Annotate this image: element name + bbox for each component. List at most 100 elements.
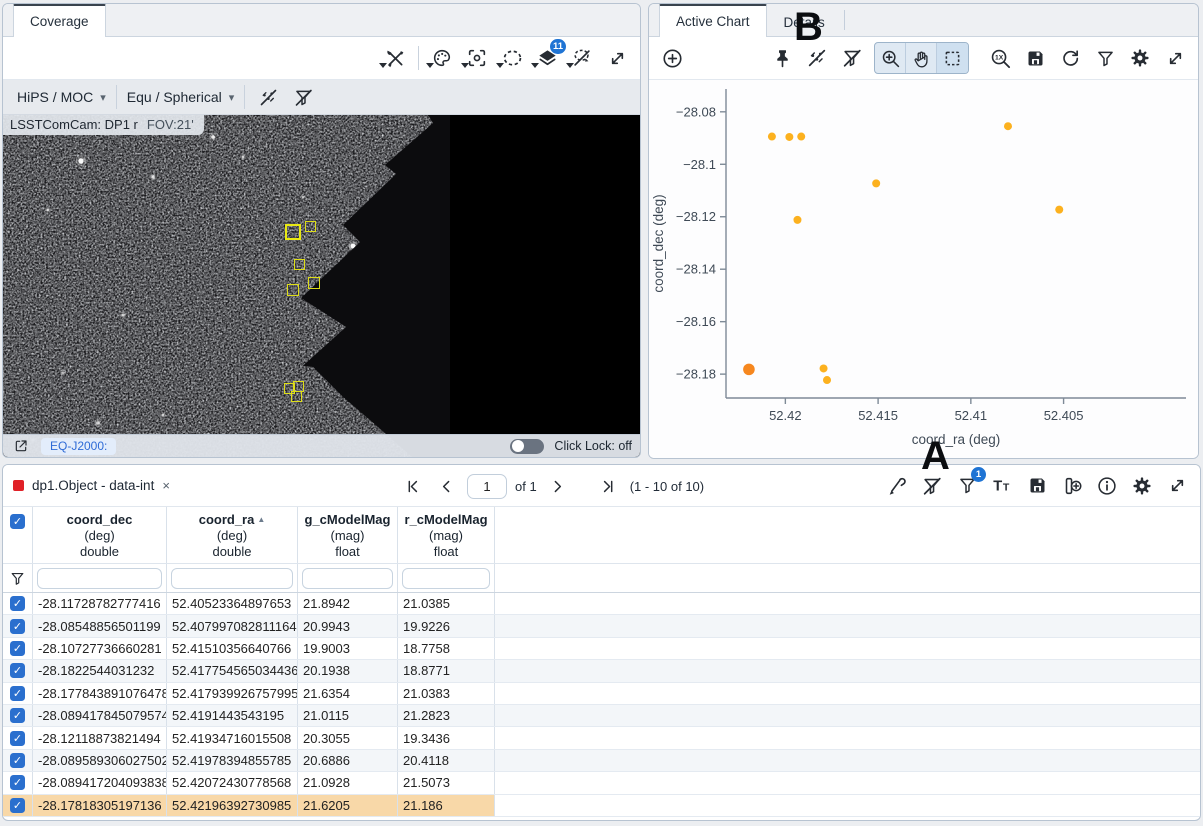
projection-dropdown[interactable]: Equ / Spherical ▾ [127, 89, 234, 105]
gear-icon[interactable] [1127, 43, 1153, 73]
add-column-icon[interactable] [1059, 471, 1085, 501]
row-checkbox[interactable]: ✓ [10, 797, 25, 813]
info-icon[interactable] [1094, 471, 1120, 501]
table-row[interactable]: ✓ -28.089417845079574 52.4191443543195 21.0… [3, 704, 1200, 728]
source-marker[interactable] [291, 391, 302, 402]
data-point[interactable] [1003, 122, 1012, 131]
filter-off-icon[interactable] [839, 43, 865, 73]
data-point[interactable] [819, 364, 828, 373]
row-checkbox[interactable]: ✓ [10, 752, 25, 768]
data-point[interactable] [743, 363, 755, 376]
star [46, 208, 50, 212]
tools-icon[interactable] [379, 43, 408, 73]
row-checkbox[interactable]: ✓ [10, 775, 25, 791]
column-header-r_cModelMag[interactable]: r_cModelMag (mag) float [398, 507, 495, 563]
table-row[interactable]: ✓ -28.11728782777416 52.40523364897653 21.8… [3, 593, 1200, 616]
save-icon[interactable] [1022, 43, 1048, 73]
source-marker[interactable] [294, 259, 305, 270]
last-page-icon[interactable] [596, 471, 622, 501]
layers-icon[interactable]: 11 [531, 39, 566, 73]
data-point[interactable] [785, 132, 794, 141]
table-row[interactable]: ✓ -28.08548856501199 52.407997082811164 20.… [3, 615, 1200, 638]
filter-icon[interactable] [1092, 43, 1118, 73]
row-checkbox[interactable]: ✓ [10, 618, 25, 634]
table-cell: -28.10727736660281 [33, 637, 167, 660]
first-page-icon[interactable] [399, 471, 425, 501]
row-checkbox[interactable]: ✓ [10, 730, 25, 746]
star [211, 135, 215, 139]
data-point[interactable] [767, 132, 776, 141]
page-number-input[interactable] [467, 473, 507, 499]
add-chart-icon[interactable] [659, 43, 685, 73]
gear-icon[interactable] [1129, 471, 1155, 501]
points-off-icon[interactable] [255, 82, 281, 112]
source-marker[interactable] [285, 224, 301, 240]
coverage-tabstrip: Coverage [3, 4, 640, 37]
table-row[interactable]: ✓ -28.177843891076478 52.417939926757995 21… [3, 682, 1200, 705]
table-row[interactable]: ✓ -28.089417204093838 52.42072430778568 21.… [3, 772, 1200, 795]
expand-icon[interactable] [604, 43, 630, 73]
source-marker[interactable] [305, 221, 316, 232]
source-marker[interactable] [308, 277, 320, 289]
filter-icon[interactable]: 1 [954, 466, 986, 501]
zoom-in-icon[interactable] [875, 43, 906, 73]
table-cell: 20.3055 [298, 727, 398, 749]
hips-moc-dropdown[interactable]: HiPS / MOC ▾ [17, 89, 106, 105]
save-icon[interactable] [1024, 471, 1050, 501]
selection-options-icon[interactable] [884, 471, 910, 501]
box-select-icon[interactable] [937, 43, 968, 73]
refresh-icon[interactable] [1057, 43, 1083, 73]
table-row[interactable]: ✓ -28.10727736660281 52.41510356640766 19.9… [3, 637, 1200, 661]
column-filter-input-coord_dec[interactable] [37, 567, 162, 589]
external-link-icon[interactable] [11, 436, 31, 456]
column-filter-input-coord_ra[interactable] [171, 567, 293, 589]
zoom-1x-icon[interactable] [987, 43, 1013, 73]
table-cell: 21.8942 [298, 593, 398, 615]
row-select-cell: ✓ [3, 593, 33, 615]
close-icon[interactable]: × [162, 478, 170, 493]
row-checkbox[interactable]: ✓ [10, 663, 25, 679]
column-filter-input-g_cModelMag[interactable] [302, 567, 393, 589]
next-page-icon[interactable] [545, 471, 571, 501]
data-point[interactable] [793, 215, 802, 224]
data-point[interactable] [1055, 205, 1064, 214]
sort-asc-icon: ▲ [257, 515, 266, 524]
table-cell: -28.177843891076478 [33, 682, 167, 704]
sky-viewer[interactable]: LSSTComCam: DP1 r FOV:21' EQ-J2000: Clic… [3, 115, 640, 457]
column-header-g_cModelMag[interactable]: g_cModelMag (mag) float [298, 507, 398, 563]
expand-icon[interactable] [1162, 43, 1188, 73]
source-marker[interactable] [287, 284, 299, 296]
chart-toolbar [649, 37, 1198, 80]
prev-page-icon[interactable] [433, 471, 459, 501]
recenter-icon[interactable] [461, 43, 490, 73]
palette-icon[interactable] [426, 43, 455, 73]
pan-hand-icon[interactable] [906, 43, 937, 73]
data-point[interactable] [797, 132, 806, 141]
table-row[interactable]: ✓ -28.089589306027502 52.41978394855785 20.… [3, 749, 1200, 773]
tab-coverage[interactable]: Coverage [13, 4, 106, 37]
lasso-select-icon[interactable] [496, 43, 525, 73]
row-checkbox[interactable]: ✓ [10, 640, 25, 656]
data-point[interactable] [823, 376, 832, 385]
column-header-coord_ra[interactable]: coord_ra ▲ (deg) double [167, 507, 298, 563]
table-row[interactable]: ✓ -28.17818305197136 52.42196392730985 21.6… [3, 794, 1200, 817]
tab-active-chart[interactable]: Active Chart [659, 4, 767, 37]
table-row[interactable]: ✓ -28.12118873821494 52.41934716015508 20.3… [3, 727, 1200, 750]
pin-icon[interactable] [769, 43, 795, 73]
expand-icon[interactable] [1164, 471, 1190, 501]
click-lock-toggle[interactable] [510, 438, 545, 454]
filter-off-icon[interactable] [290, 82, 316, 112]
row-select-cell: ✓ [3, 794, 33, 816]
select-all-checkbox[interactable]: ✓ [10, 514, 25, 529]
column-filter-input-r_cModelMag[interactable] [402, 567, 490, 589]
scatter-chart[interactable]: 52.42 52.415 52.41 52.405 −28.08 −28.1 −28.12 −… [649, 80, 1198, 458]
table-row[interactable]: ✓ -28.1822544031232 52.417754565034436 20.1… [3, 660, 1200, 683]
column-header-coord_dec[interactable]: coord_dec (deg) double [33, 507, 167, 563]
text-view-icon[interactable] [989, 471, 1015, 501]
row-checkbox[interactable]: ✓ [10, 685, 25, 701]
row-checkbox[interactable]: ✓ [10, 708, 25, 724]
data-point[interactable] [872, 179, 881, 188]
unselect-icon[interactable] [566, 43, 595, 73]
row-checkbox[interactable]: ✓ [10, 596, 25, 612]
row-select-cell: ✓ [3, 660, 33, 682]
